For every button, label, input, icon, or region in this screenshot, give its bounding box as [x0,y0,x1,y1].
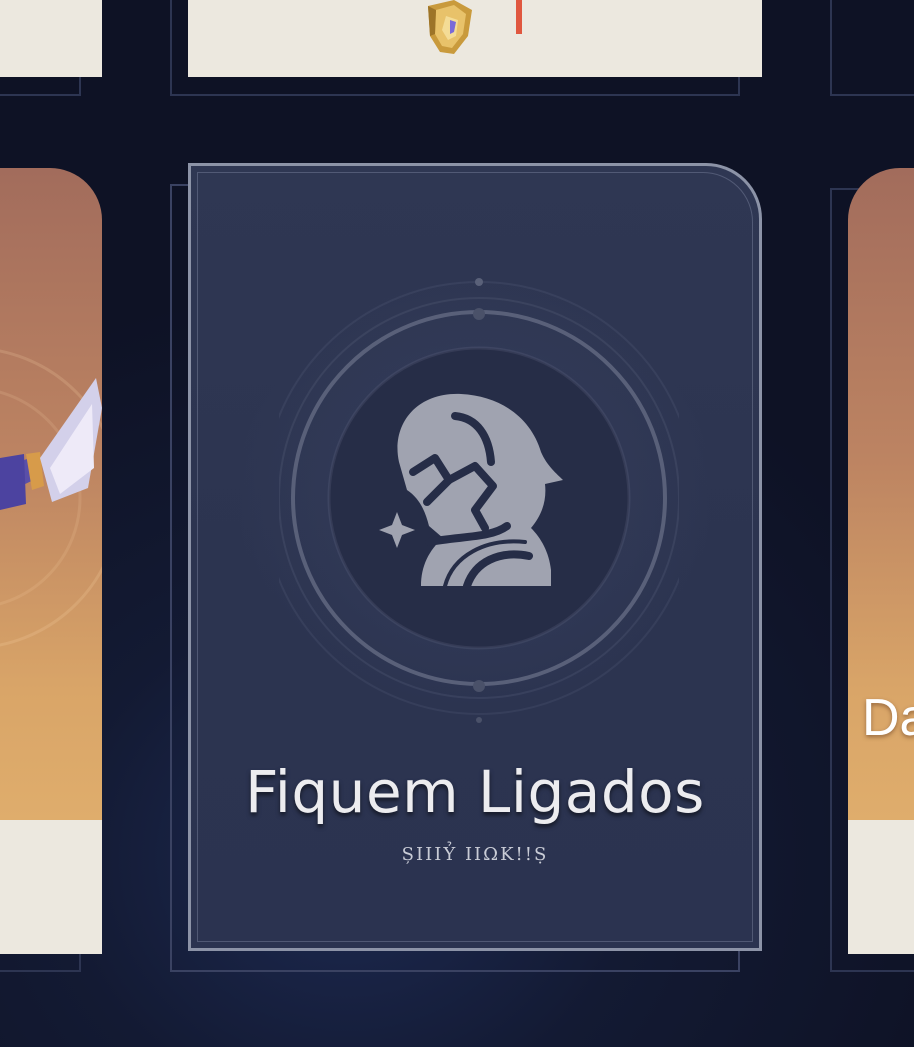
right-character-card[interactable] [848,168,914,954]
character-partial-icon [0,349,102,647]
left-character-card[interactable] [0,168,102,954]
red-marker [516,0,522,34]
card-title: Fiquem Ligados [245,758,705,826]
top-right-card-frame [830,0,914,96]
card-subtitle: ȘIIIỶ IIΩK!!Ṣ [401,844,549,865]
focused-card-stay-tuned[interactable]: Fiquem Ligados ȘIIIỶ IIΩK!!Ṣ [188,163,762,951]
left-card-label-strip [0,820,102,954]
top-left-card[interactable] [0,0,102,77]
right-card-label-strip [848,820,914,954]
right-card-name: Da [862,689,914,747]
character-silhouette-icon [279,278,679,723]
golden-weapon-icon [428,0,472,54]
character-splash-art [0,168,102,820]
